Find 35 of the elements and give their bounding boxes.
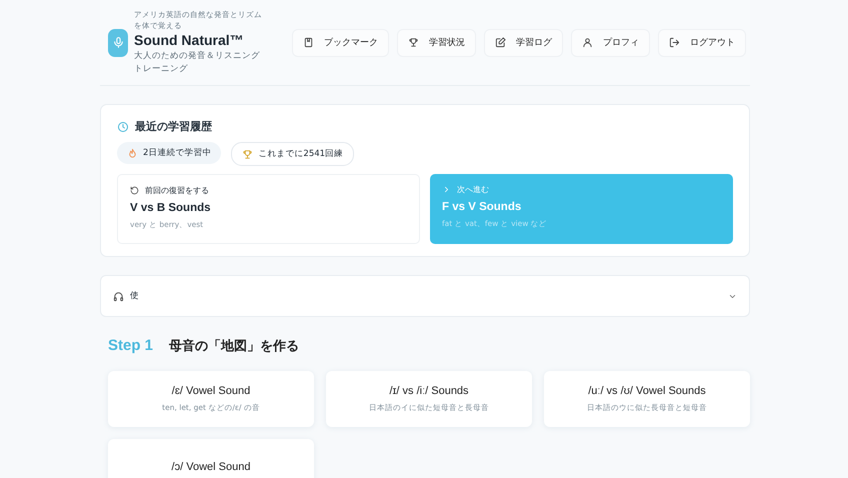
clock-icon: [117, 120, 129, 132]
badge-label: 2日連続で学習中: [143, 147, 212, 159]
badge-label: これまでに2541回練: [258, 148, 344, 160]
nav-button[interactable]: ログアウト: [658, 28, 746, 56]
lesson-title: F vs V Sounds: [442, 201, 522, 213]
user-icon: [582, 37, 593, 48]
action-label: 次へ進む: [457, 184, 489, 195]
subtitle: 大人のための発音＆リスニングトレーニング: [134, 50, 261, 76]
lesson-card[interactable]: /ɔ/ Vowel Sound: [108, 439, 314, 478]
accordion-header[interactable]: 使: [100, 275, 750, 317]
section-title: 最近の学習履歴: [135, 119, 212, 134]
logout-icon: [669, 37, 680, 48]
nav-button[interactable]: プロフィ: [571, 28, 650, 56]
nav-button[interactable]: ブックマーク: [292, 28, 389, 56]
step-number: Step 1: [108, 337, 154, 354]
step-title: 母音の「地図」を作る: [169, 338, 300, 355]
lesson-title: /uː/ vs /ʊ/ Vowel Sounds: [588, 385, 706, 397]
nav-button[interactable]: 学習状況: [397, 28, 476, 56]
bookmark-icon: [303, 37, 314, 48]
trophy-icon: [408, 37, 419, 48]
nav-button[interactable]: 学習ログ: [484, 28, 563, 56]
lesson-title: /ɔ/ Vowel Sound: [172, 461, 250, 473]
action-label: 前回の復習をする: [145, 185, 209, 196]
lesson-title: /ɛ/ Vowel Sound: [172, 385, 250, 397]
rotate-icon: [130, 186, 139, 195]
trophy-icon: [242, 148, 254, 160]
headphones-icon: [113, 290, 124, 302]
edit-icon: [495, 37, 506, 48]
lesson-title: V vs B Sounds: [130, 202, 212, 214]
site-title: Sound Natural™: [134, 31, 245, 50]
accordion-label: 使: [130, 290, 139, 302]
lesson-title: /ɪ/ vs /iː/ Sounds: [389, 385, 469, 397]
chevron-right-icon: [442, 185, 451, 194]
microphone-logo-icon: [108, 28, 128, 56]
flame-icon: [127, 148, 138, 158]
